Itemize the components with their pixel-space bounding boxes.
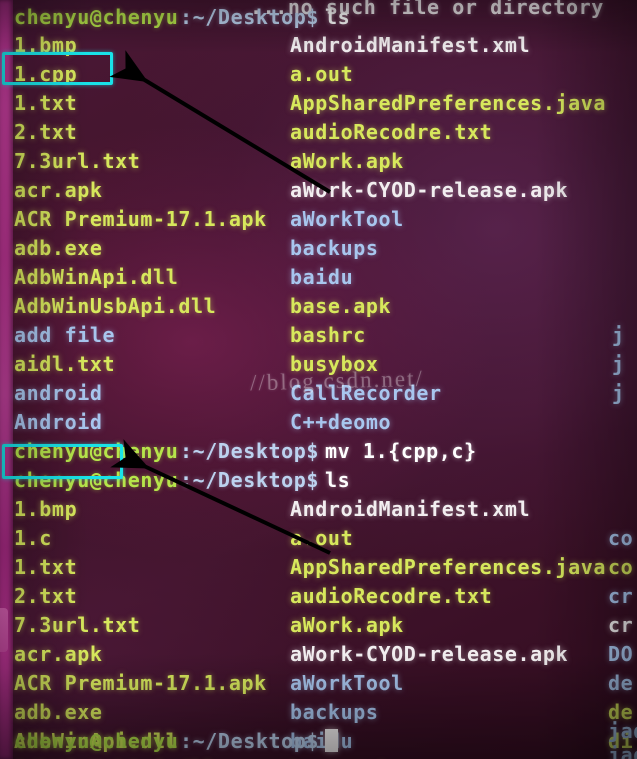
arrow-to-1-cpp bbox=[109, 50, 332, 194]
arrow-to-1-c bbox=[110, 439, 331, 555]
terminal-screen: ...no such file or directory chenyu@cheny… bbox=[0, 0, 637, 759]
watermark-text: //blog.csdn.net/ bbox=[249, 365, 425, 396]
